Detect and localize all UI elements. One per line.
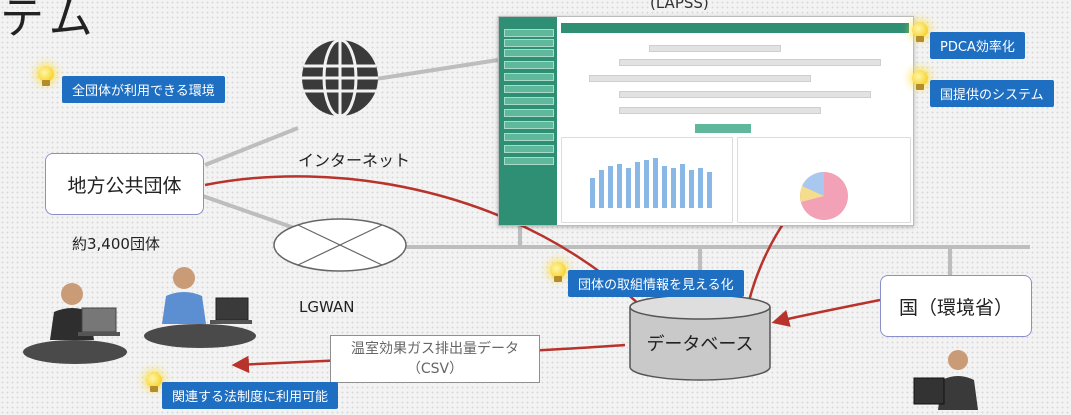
lightbulb-icon — [146, 372, 162, 392]
csv-note-line2: （CSV） — [406, 361, 464, 377]
lightbulb-icon — [38, 66, 54, 86]
ministry-box: 国（環境省） — [880, 275, 1032, 337]
person-at-laptop-icon — [913, 350, 978, 410]
lgwan-network-icon — [273, 218, 407, 272]
screenshot-pie-chart — [737, 137, 911, 223]
callout-national-system: 国提供のシステム — [930, 80, 1054, 107]
screenshot-bar-chart — [561, 137, 733, 223]
callout-legal-use: 関連する法制度に利用可能 — [162, 382, 339, 409]
callout-pdca: PDCA効率化 — [930, 32, 1025, 59]
csv-note: 温室効果ガス排出量データ （CSV） — [330, 335, 540, 383]
globe-icon — [302, 38, 378, 118]
callout-all-orgs: 全団体が利用できる環境 — [62, 76, 225, 103]
csv-note-line1: 温室効果ガス排出量データ — [351, 341, 519, 357]
system-abbrev: (LAPSS) — [650, 0, 709, 12]
lightbulb-icon — [550, 262, 566, 282]
internet-label: インターネット — [298, 151, 411, 170]
page-title: テム — [0, 0, 99, 44]
callout-visualize: 団体の取組情報を見える化 — [568, 270, 744, 297]
database-label: データベース — [646, 334, 754, 355]
screenshot-button — [695, 124, 751, 133]
local-government-label: 地方公共団体 — [67, 174, 182, 197]
screenshot-header — [561, 23, 909, 33]
local-government-box: 地方公共団体 — [45, 153, 204, 215]
ministry-label: 国（環境省） — [898, 296, 1013, 319]
person-at-laptop-icon — [23, 283, 127, 364]
screenshot-sidebar — [499, 17, 557, 225]
person-at-laptop-icon — [144, 267, 256, 348]
lightbulb-icon — [912, 22, 928, 42]
local-government-count: 約3,400団体 — [72, 235, 160, 253]
lightbulb-icon — [912, 70, 928, 90]
lgwan-label: LGWAN — [299, 298, 355, 316]
system-screenshot — [498, 16, 914, 226]
